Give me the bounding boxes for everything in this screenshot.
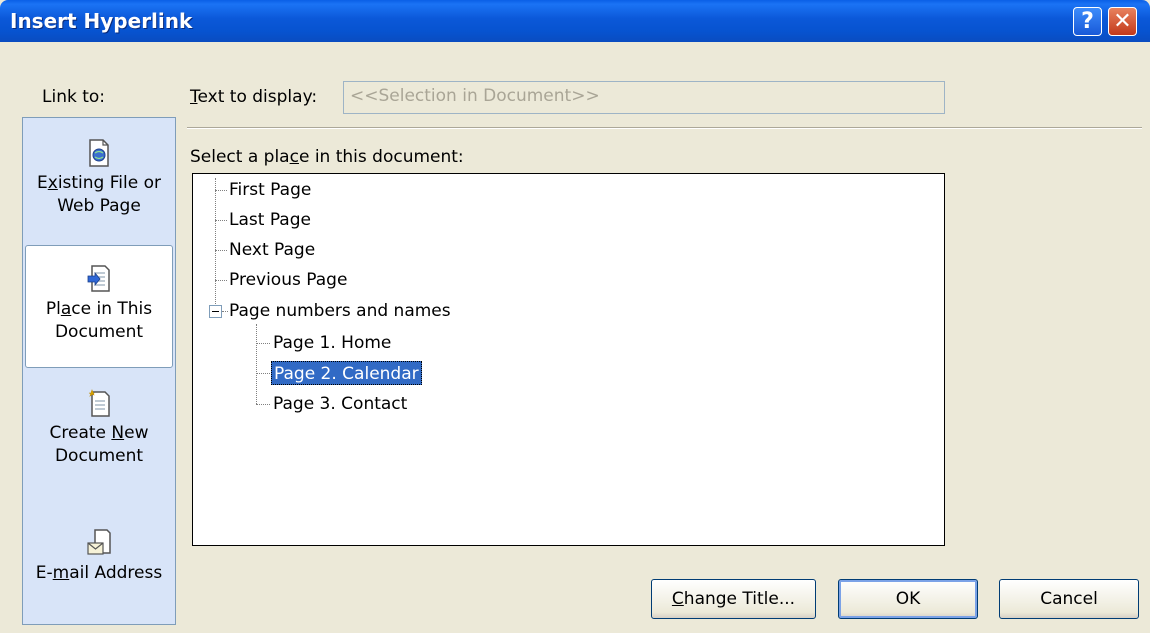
- link-to-existing-line1: Existing File or: [37, 173, 161, 193]
- create-new-document-icon: [88, 389, 110, 417]
- tree-connector: [215, 220, 227, 221]
- collapse-toggle-icon[interactable]: [209, 305, 222, 318]
- place-tree[interactable]: First Page Last Page Next Page Previous …: [192, 173, 945, 546]
- tree-item-page-numbers[interactable]: Page numbers and names: [229, 299, 451, 323]
- tree-item-page-1-home[interactable]: Page 1. Home: [273, 331, 391, 355]
- change-title-button[interactable]: Change Title...: [651, 579, 816, 619]
- link-to-create-new-document[interactable]: Create New Document: [23, 388, 175, 468]
- cancel-button[interactable]: Cancel: [999, 579, 1139, 619]
- email-address-icon: [87, 529, 111, 555]
- link-to-place-line2: Document: [54, 322, 144, 342]
- tree-item-next-page[interactable]: Next Page: [229, 238, 315, 262]
- link-to-existing-file[interactable]: Existing File or Web Page: [23, 138, 175, 218]
- tree-item-page-3-contact[interactable]: Page 3. Contact: [273, 392, 407, 416]
- separator: [187, 127, 1142, 129]
- link-to-email-address[interactable]: E-mail Address: [23, 528, 175, 585]
- place-in-document-icon: [87, 265, 110, 292]
- tree-connector: [222, 311, 228, 312]
- link-to-existing-line2: Web Page: [57, 196, 141, 216]
- dialog-title: Insert Hyperlink: [10, 9, 193, 33]
- tree-item-page-2-calendar[interactable]: Page 2. Calendar: [271, 361, 422, 385]
- link-to-label: Link to:: [42, 87, 106, 107]
- select-place-label: Select a place in this document:: [190, 147, 464, 167]
- tree-connector: [215, 190, 227, 191]
- tree-connector: [256, 373, 270, 374]
- tree-connector: [256, 404, 270, 405]
- tree-item-last-page[interactable]: Last Page: [229, 208, 311, 232]
- text-to-display-label: Text to display:: [190, 87, 318, 107]
- text-to-display-field[interactable]: <<Selection in Document>>: [343, 81, 945, 114]
- link-to-place-in-document[interactable]: Place in This Document: [25, 245, 173, 368]
- insert-hyperlink-dialog: Insert Hyperlink ? ✕ Link to: Text to di…: [0, 0, 1150, 633]
- link-to-bar: Existing File or Web Page Place in This …: [22, 117, 176, 625]
- tree-connector: [215, 178, 216, 314]
- help-button[interactable]: ?: [1073, 7, 1102, 36]
- existing-file-icon: [89, 139, 109, 167]
- link-to-create-line1: Create New: [49, 423, 149, 443]
- ok-button[interactable]: OK: [838, 579, 978, 619]
- close-button[interactable]: ✕: [1108, 7, 1137, 36]
- tree-connector: [215, 280, 227, 281]
- title-bar: Insert Hyperlink ? ✕: [0, 0, 1150, 42]
- tree-item-first-page[interactable]: First Page: [229, 178, 311, 202]
- tree-connector: [256, 343, 270, 344]
- tree-item-previous-page[interactable]: Previous Page: [229, 268, 347, 292]
- link-to-place-line1: Place in This: [45, 299, 153, 319]
- tree-connector: [256, 324, 257, 404]
- link-to-email-line1: E-mail Address: [35, 563, 163, 583]
- link-to-create-line2: Document: [54, 446, 144, 466]
- tree-connector: [215, 250, 227, 251]
